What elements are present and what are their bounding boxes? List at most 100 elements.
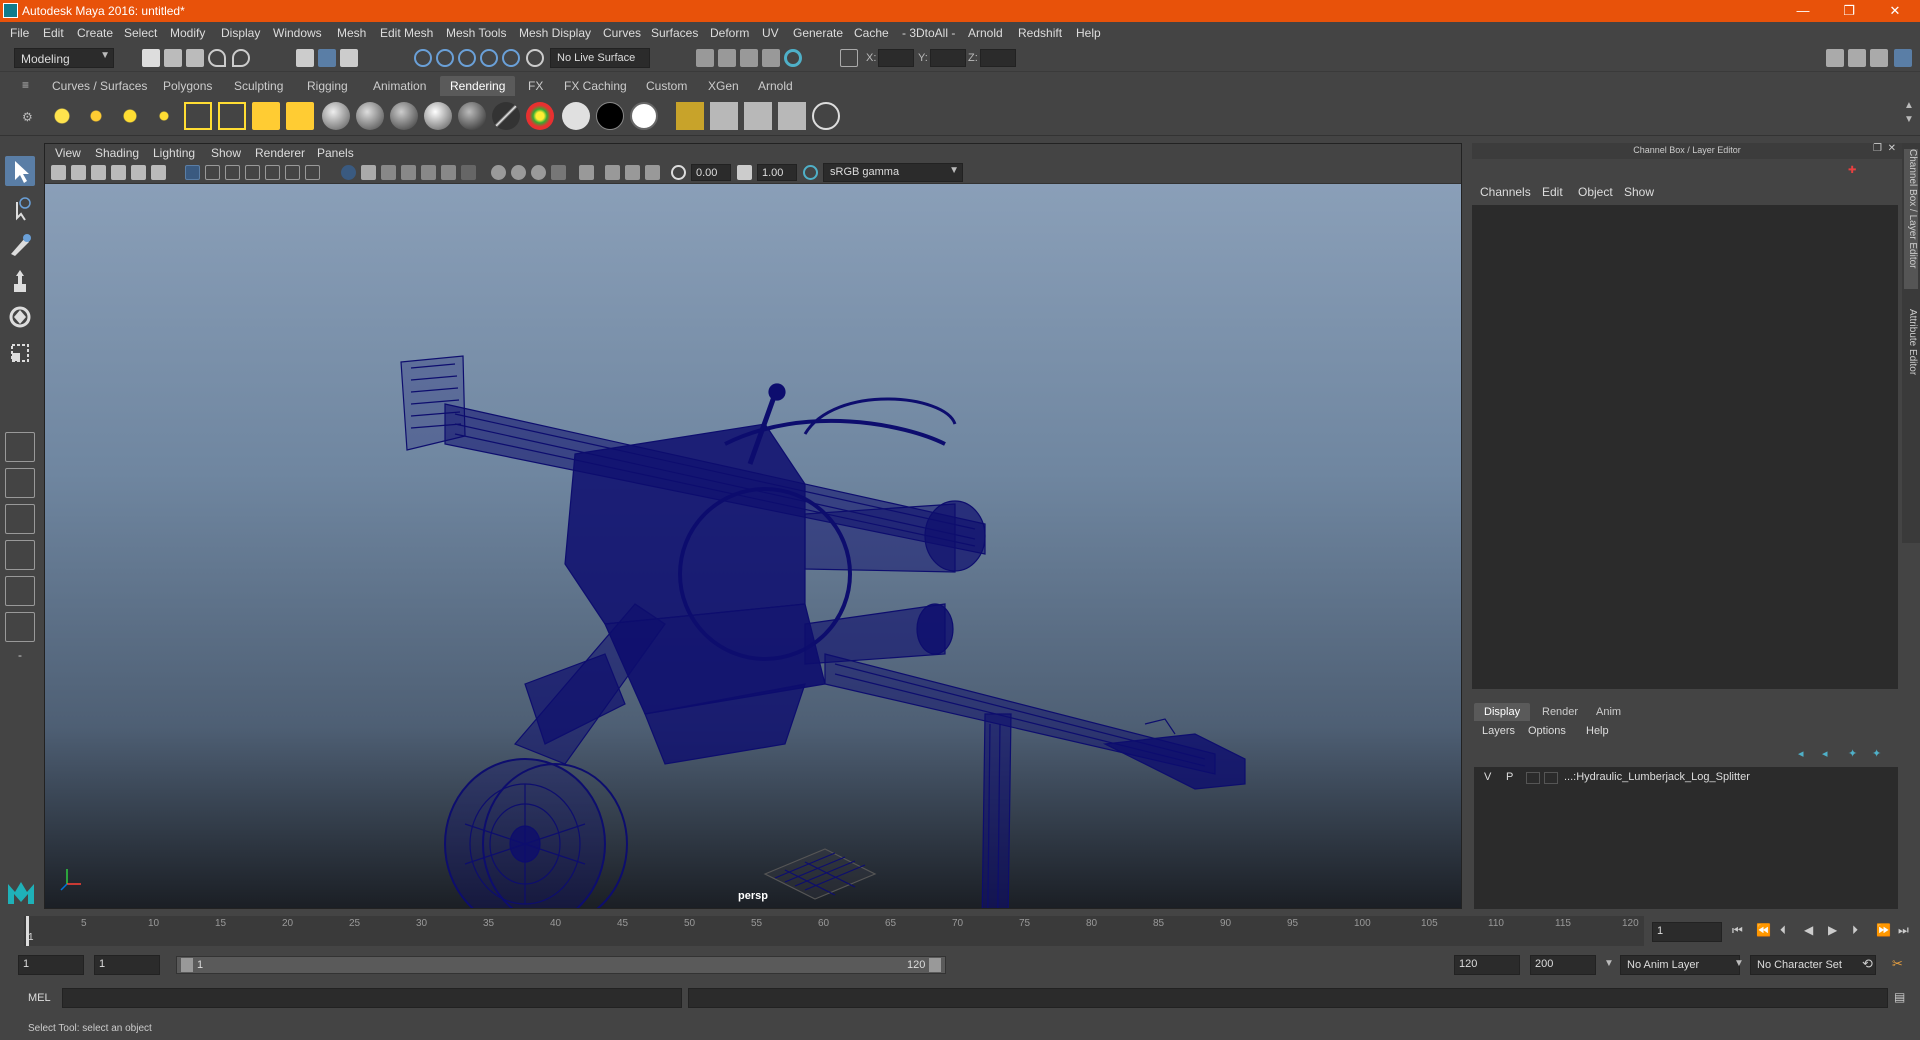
xray-components-icon[interactable]: [625, 165, 640, 180]
snap-view-plane-icon[interactable]: [480, 49, 498, 67]
smooth-shade-icon[interactable]: [361, 165, 376, 180]
attribute-editor-toggle-icon[interactable]: [1848, 49, 1866, 67]
step-forward-key-icon[interactable]: ⏵: [1852, 923, 1858, 938]
surface-shader-icon[interactable]: [562, 102, 590, 130]
tab-display[interactable]: Display: [1474, 703, 1531, 721]
select-by-object-icon[interactable]: [318, 49, 336, 67]
layers-menu[interactable]: Layers: [1482, 725, 1515, 737]
render-current-frame-icon[interactable]: [696, 49, 714, 67]
grease-pencil-icon[interactable]: [151, 165, 166, 180]
menu-uv[interactable]: UV: [762, 26, 779, 40]
layered-shader-icon[interactable]: [492, 102, 520, 130]
minimize-button[interactable]: —: [1780, 0, 1826, 22]
playback-end-field[interactable]: 120: [1454, 955, 1520, 975]
menu-edit[interactable]: Edit: [43, 26, 64, 40]
use-background-icon[interactable]: [596, 102, 624, 130]
menu-redshift[interactable]: Redshift: [1018, 26, 1062, 40]
layer-row[interactable]: V P ...:Hydraulic_Lumberjack_Log_Splitte…: [1474, 769, 1898, 787]
wireframe-on-shaded-icon[interactable]: [381, 165, 396, 180]
depth-of-field-icon[interactable]: [531, 165, 546, 180]
viewport-menu-view[interactable]: View: [55, 146, 81, 160]
scale-tool-icon[interactable]: [5, 338, 35, 368]
layer-type-toggle[interactable]: [1526, 772, 1540, 784]
command-input[interactable]: [62, 988, 682, 1008]
custom-layout-icon[interactable]: -: [5, 648, 35, 678]
range-end-handle[interactable]: [929, 958, 941, 972]
rotate-tool-icon[interactable]: [5, 302, 35, 332]
layer-name[interactable]: ...:Hydraulic_Lumberjack_Log_Splitter: [1564, 771, 1750, 783]
isolate-select-icon[interactable]: [551, 165, 566, 180]
ramp-shader-icon[interactable]: [526, 102, 554, 130]
maximize-button[interactable]: ❐: [1826, 0, 1872, 22]
tab-render[interactable]: Render: [1532, 703, 1588, 721]
batch-render-icon[interactable]: [744, 102, 772, 130]
menu-deform[interactable]: Deform: [710, 26, 749, 40]
menu-generate[interactable]: Generate: [793, 26, 843, 40]
tab-rigging[interactable]: Rigging: [297, 76, 358, 96]
render-view-shelf-icon[interactable]: [676, 102, 704, 130]
tab-curves-surfaces[interactable]: Curves / Surfaces: [42, 76, 157, 96]
step-back-frame-icon[interactable]: ⏪: [1756, 923, 1771, 937]
redo-icon[interactable]: [232, 49, 250, 67]
menu-3dtoall[interactable]: - 3DtoAll -: [902, 26, 955, 40]
menu-modify[interactable]: Modify: [170, 26, 205, 40]
point-light-icon[interactable]: [116, 102, 144, 130]
modeling-toolkit-icon[interactable]: [1826, 49, 1844, 67]
play-backward-icon[interactable]: ◀: [1804, 923, 1813, 937]
exposure-icon[interactable]: [671, 165, 686, 180]
camera-icon[interactable]: [252, 102, 280, 130]
script-language-toggle[interactable]: MEL: [28, 992, 51, 1004]
menu-file[interactable]: File: [10, 26, 29, 40]
x-field[interactable]: [878, 49, 914, 67]
render-settings-shelf-icon[interactable]: [710, 102, 738, 130]
ambient-light-icon[interactable]: [48, 102, 76, 130]
phong-material-icon[interactable]: [390, 102, 418, 130]
persp-outliner-layout-icon[interactable]: [5, 504, 35, 534]
exposure-field[interactable]: 0.00: [691, 164, 731, 181]
tab-arnold[interactable]: Arnold: [748, 76, 803, 96]
channel-box-area[interactable]: [1472, 205, 1898, 689]
backface-culling-icon[interactable]: [645, 165, 660, 180]
camera-attributes-icon[interactable]: [71, 165, 86, 180]
transform-mode-icon[interactable]: [840, 49, 858, 67]
current-frame-field[interactable]: 1: [1652, 922, 1722, 942]
ipr-render-shelf-icon[interactable]: [778, 102, 806, 130]
live-surface-field[interactable]: No Live Surface: [550, 48, 650, 68]
shelf-menu-icon[interactable]: ≡: [22, 78, 29, 92]
tab-anim[interactable]: Anim: [1586, 703, 1631, 721]
safe-title-icon[interactable]: [305, 165, 320, 180]
new-layer-icon[interactable]: ✦: [1848, 747, 1862, 761]
menu-set-dropdown[interactable]: Modeling ▼: [14, 48, 114, 68]
gamma-field[interactable]: 1.00: [757, 164, 797, 181]
2d-pan-zoom-icon[interactable]: [131, 165, 146, 180]
gate-mask-icon[interactable]: [245, 165, 260, 180]
shelf-scroll-down-icon[interactable]: ▼: [1904, 114, 1914, 125]
safe-action-icon[interactable]: [285, 165, 300, 180]
phonge-material-icon[interactable]: [424, 102, 452, 130]
tool-settings-toggle-icon[interactable]: [1870, 49, 1888, 67]
color-management-icon[interactable]: [803, 165, 818, 180]
select-by-component-icon[interactable]: [340, 49, 358, 67]
range-start-handle[interactable]: [181, 958, 193, 972]
xray-joints-icon[interactable]: [605, 165, 620, 180]
menu-mesh-tools[interactable]: Mesh Tools: [446, 26, 506, 40]
resolution-gate-icon[interactable]: [225, 165, 240, 180]
area-light-icon[interactable]: [184, 102, 212, 130]
layer-visibility-toggle[interactable]: V: [1484, 771, 1491, 783]
anisotropic-material-icon[interactable]: [458, 102, 486, 130]
ipr-render-icon[interactable]: [718, 49, 736, 67]
manipulator-icon[interactable]: ✚: [1848, 165, 1862, 179]
layer-help-menu[interactable]: Help: [1586, 725, 1609, 737]
character-set-dropdown[interactable]: No Character Set: [1750, 955, 1876, 975]
open-scene-icon[interactable]: [164, 49, 182, 67]
auto-key-icon[interactable]: ⟲: [1862, 956, 1873, 972]
move-layer-down-icon[interactable]: ◂: [1822, 747, 1836, 761]
save-scene-icon[interactable]: [186, 49, 204, 67]
shelf-scroll-up-icon[interactable]: ▲: [1904, 100, 1914, 111]
channels-menu[interactable]: Channels: [1480, 185, 1531, 199]
menu-mesh-display[interactable]: Mesh Display: [519, 26, 591, 40]
new-layer-selected-icon[interactable]: ✦: [1872, 747, 1886, 761]
move-tool-icon[interactable]: [5, 266, 35, 296]
close-panel-icon[interactable]: ✕: [1888, 143, 1896, 154]
step-forward-frame-icon[interactable]: ⏩: [1876, 923, 1891, 937]
